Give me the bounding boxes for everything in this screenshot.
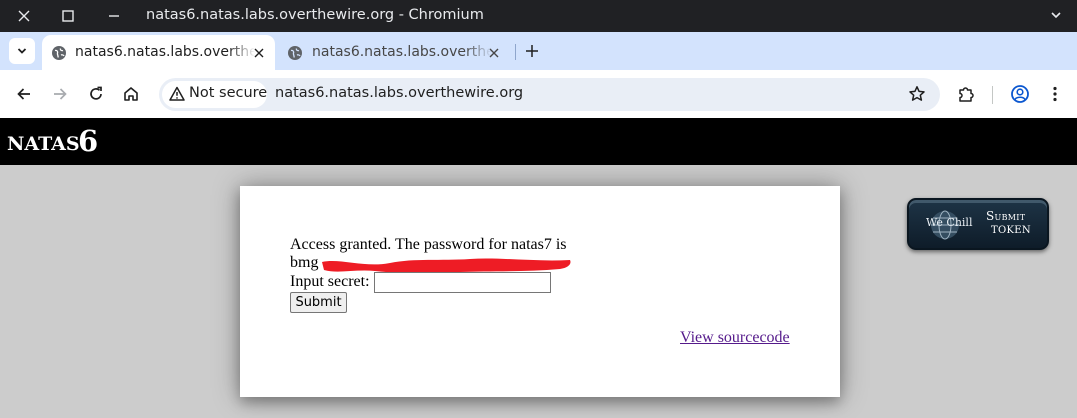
header-level-number: 6	[78, 124, 99, 158]
toolbar-separator	[992, 86, 993, 104]
profile-button[interactable]	[1008, 82, 1032, 106]
maximize-icon	[62, 10, 74, 22]
home-icon	[124, 87, 138, 101]
bookmark-button[interactable]	[908, 85, 926, 107]
secret-input[interactable]	[374, 272, 551, 293]
tab-inactive[interactable]: natas6.natas.labs.overthewire.org	[278, 35, 510, 70]
token-logo-text: We Chill	[926, 216, 973, 229]
star-icon	[909, 86, 925, 101]
arrow-left-icon	[17, 88, 30, 100]
token-button-line2: TOKEN	[991, 225, 1031, 236]
chevron-down-icon	[17, 48, 27, 54]
close-icon	[489, 48, 499, 58]
header-level-name: NATAS	[7, 133, 80, 155]
input-label: Input secret:	[290, 273, 370, 290]
page-header: NATAS 6	[0, 118, 1077, 165]
menu-button[interactable]	[1043, 82, 1067, 106]
chevron-down-icon	[1051, 12, 1061, 19]
globe-icon	[52, 46, 66, 60]
puzzle-icon	[959, 87, 974, 102]
new-tab-button[interactable]	[522, 41, 542, 61]
close-icon	[254, 48, 264, 58]
close-window-button[interactable]	[14, 6, 34, 26]
password-text: bmg	[290, 254, 319, 271]
window-title-bar: natas6.natas.labs.overthewire.org - Chro…	[0, 0, 1077, 32]
reload-button[interactable]	[84, 82, 108, 106]
tab-close-button[interactable]	[486, 45, 502, 61]
tab-close-button[interactable]	[251, 45, 267, 61]
tab-active[interactable]: natas6.natas.labs.overthewire.org	[42, 35, 275, 70]
home-button[interactable]	[119, 82, 143, 106]
page-viewport: NATAS 6 Access granted. The password for…	[0, 118, 1077, 418]
extensions-button[interactable]	[954, 82, 978, 106]
security-label: Not secure	[189, 85, 268, 101]
globe-icon	[288, 46, 302, 60]
submit-button[interactable]: Submit	[290, 292, 347, 313]
account-icon	[1011, 85, 1029, 103]
submit-token-button[interactable]: We Chill Submit TOKEN	[907, 198, 1049, 250]
url-text[interactable]: natas6.natas.labs.overthewire.org	[275, 85, 523, 101]
window-menu-button[interactable]	[1049, 7, 1063, 26]
more-vert-icon	[1053, 86, 1057, 102]
window-title: natas6.natas.labs.overthewire.org - Chro…	[146, 7, 484, 23]
forward-button[interactable]	[48, 82, 72, 106]
minimize-window-button[interactable]	[104, 6, 124, 26]
browser-toolbar: Not secure natas6.natas.labs.overthewire…	[0, 70, 1077, 118]
tab-separator	[515, 44, 516, 60]
tab-search-button[interactable]	[9, 38, 35, 64]
access-message: Access granted. The password for natas7 …	[290, 236, 567, 253]
minimize-icon	[109, 15, 119, 17]
site-info-chip[interactable]: Not secure	[162, 81, 267, 108]
tab-title: natas6.natas.labs.overthewire.org	[75, 44, 255, 60]
view-sourcecode-link[interactable]: View sourcecode	[680, 329, 790, 347]
close-icon	[18, 10, 30, 22]
content-box: Access granted. The password for natas7 …	[240, 186, 840, 397]
warning-icon	[169, 86, 185, 101]
tab-title: natas6.natas.labs.overthewire.org	[312, 44, 492, 60]
token-button-line1: Submit	[986, 209, 1026, 223]
reload-icon	[90, 86, 102, 100]
back-button[interactable]	[12, 82, 36, 106]
arrow-right-icon	[54, 88, 67, 100]
maximize-window-button[interactable]	[58, 6, 78, 26]
plus-icon	[526, 45, 538, 57]
address-bar[interactable]: Not secure natas6.natas.labs.overthewire…	[159, 78, 940, 111]
